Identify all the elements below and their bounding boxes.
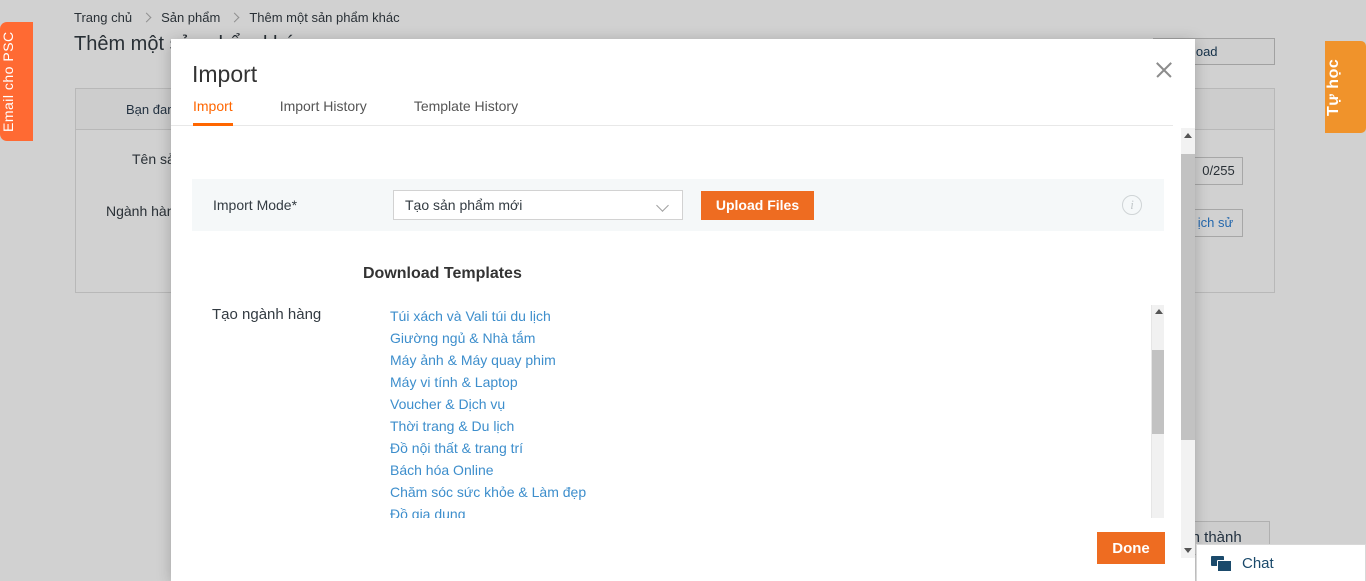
scrollbar-thumb[interactable]: [1181, 154, 1195, 440]
modal-tab-bar: Import Import History Template History: [171, 98, 1173, 126]
chat-label: Chat: [1242, 554, 1274, 572]
self-learning-tab[interactable]: Tự học: [1325, 41, 1366, 133]
template-link[interactable]: Máy vi tính & Laptop: [390, 371, 1164, 393]
done-button[interactable]: Done: [1097, 532, 1165, 564]
download-templates-heading: Download Templates: [363, 265, 522, 282]
import-mode-selected-value: Tạo sản phẩm mới: [405, 197, 523, 213]
modal-footer: Done: [171, 518, 1195, 581]
modal-body: Import Mode* Tạo sản phẩm mới Upload Fil…: [171, 160, 1195, 558]
chat-widget[interactable]: Chat: [1196, 544, 1366, 581]
template-link[interactable]: Máy ảnh & Máy quay phim: [390, 349, 1164, 371]
template-links-list: Túi xách và Vali túi du lịch Giường ngủ …: [390, 305, 1164, 520]
scroll-up-arrow-icon[interactable]: [1184, 133, 1192, 138]
tab-import[interactable]: Import: [193, 98, 233, 126]
import-mode-select[interactable]: Tạo sản phẩm mới: [393, 190, 683, 220]
template-links-scroll-area: Túi xách và Vali túi du lịch Giường ngủ …: [390, 305, 1164, 521]
tab-template-history[interactable]: Template History: [414, 98, 518, 126]
template-category-section: Tạo ngành hàng Túi xách và Vali túi du l…: [192, 305, 1164, 521]
import-modal: Import Import Import History Template Hi…: [171, 39, 1195, 581]
template-list-scrollbar[interactable]: [1151, 305, 1164, 520]
info-icon[interactable]: i: [1122, 195, 1142, 215]
scroll-up-arrow-icon[interactable]: [1155, 309, 1163, 314]
template-link[interactable]: Thời trang & Du lịch: [390, 415, 1164, 437]
chat-bubble-icon: [1211, 555, 1232, 572]
tab-import-history[interactable]: Import History: [280, 98, 367, 126]
template-link[interactable]: Giường ngủ & Nhà tắm: [390, 327, 1164, 349]
template-link[interactable]: Voucher & Dịch vụ: [390, 393, 1164, 415]
modal-scrollbar[interactable]: [1181, 128, 1195, 558]
close-icon[interactable]: [1150, 56, 1178, 84]
scroll-down-arrow-icon[interactable]: [1184, 548, 1192, 553]
import-mode-row: Import Mode* Tạo sản phẩm mới Upload Fil…: [192, 179, 1164, 231]
template-link[interactable]: Đồ nội thất & trang trí: [390, 437, 1164, 459]
scrollbar-thumb[interactable]: [1152, 350, 1164, 434]
template-link[interactable]: Chăm sóc sức khỏe & Làm đẹp: [390, 481, 1164, 503]
template-link[interactable]: Bách hóa Online: [390, 459, 1164, 481]
modal-header: Import Import Import History Template Hi…: [171, 39, 1195, 126]
import-mode-label: Import Mode*: [213, 197, 298, 213]
modal-title: Import: [192, 61, 258, 87]
chevron-down-icon: [656, 199, 669, 212]
email-psc-tab[interactable]: Email cho PSC: [0, 22, 33, 141]
upload-files-button[interactable]: Upload Files: [701, 190, 814, 220]
template-link[interactable]: Túi xách và Vali túi du lịch: [390, 305, 1164, 327]
template-section-label: Tạo ngành hàng: [212, 306, 322, 323]
